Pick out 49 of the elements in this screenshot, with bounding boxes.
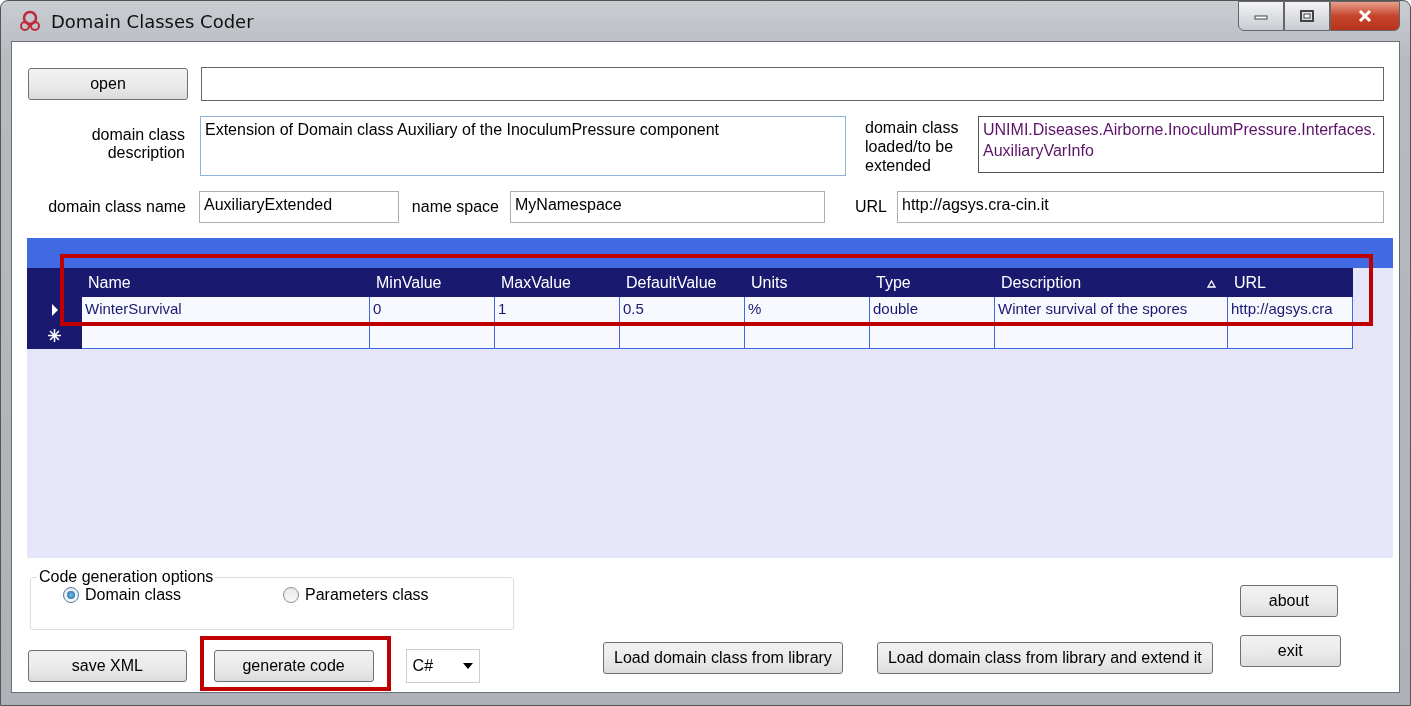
description-label: domain class description [90,126,185,162]
app-logo-icon [19,10,41,32]
dropdown-caret-icon [463,663,473,669]
column-header[interactable]: Name [82,268,370,297]
table-cell: 1 [495,297,620,323]
table-cell: Winter survival of the spores [995,297,1228,323]
load-library-button[interactable]: Load domain class from library [603,642,843,674]
table-cell: WinterSurvival [82,297,370,323]
close-button[interactable] [1330,1,1400,31]
radio-option[interactable]: Domain class [63,586,283,604]
column-header[interactable]: MinValue [370,268,495,297]
table-cell: http://agsys.cra [1228,297,1353,323]
column-header[interactable]: Units [745,268,870,297]
minimize-button[interactable] [1238,1,1284,31]
load-extend-button[interactable]: Load domain class from library and extend it [876,642,1213,674]
class-name-label: domain class name [47,198,186,216]
class-name-field[interactable]: AuxiliaryExtended [199,191,399,223]
close-icon [1357,9,1373,23]
radio-option[interactable]: Parameters class [283,586,503,604]
about-button[interactable]: about [1239,585,1338,617]
table-cell: 0 [370,297,495,323]
column-header[interactable]: DefaultValue [620,268,745,297]
table-cell: % [745,297,870,323]
new-row-icon [48,329,61,342]
table-cell: 0.5 [620,297,745,323]
namespace-label: name space [410,198,499,216]
generate-code-button[interactable]: generate code [213,650,374,682]
group-title: Code generation options [38,568,215,586]
column-header[interactable]: Description [995,268,1228,297]
loaded-class-label: domain class loaded/to be extended [865,118,960,175]
current-row-icon [50,303,59,316]
loaded-class-field[interactable]: UNIMI.Diseases.Airborne.InoculumPressure.Interfaces.AuxiliaryVarInfo [978,116,1384,173]
url-label: URL [855,198,887,216]
window-title: Domain Classes Coder [51,10,254,32]
namespace-field[interactable]: MyNamespace [510,191,825,223]
open-button[interactable]: open [28,68,188,100]
language-dropdown[interactable]: C# [405,649,480,683]
row-header[interactable] [27,323,82,349]
table-cell: double [870,297,995,323]
description-field[interactable]: Extension of Domain class Auxiliary of the InoculumPressure component [200,116,846,176]
column-header[interactable]: MaxValue [495,268,620,297]
exit-button[interactable]: exit [1239,635,1341,667]
maximize-button[interactable] [1284,1,1330,31]
column-header[interactable]: URL [1228,268,1353,297]
column-header[interactable]: Type [870,268,995,297]
maximize-icon [1299,9,1315,23]
save-xml-button[interactable]: save XML [28,650,187,682]
file-path-field[interactable] [201,67,1384,101]
url-field[interactable]: http://agsys.cra-cin.it [897,191,1384,223]
